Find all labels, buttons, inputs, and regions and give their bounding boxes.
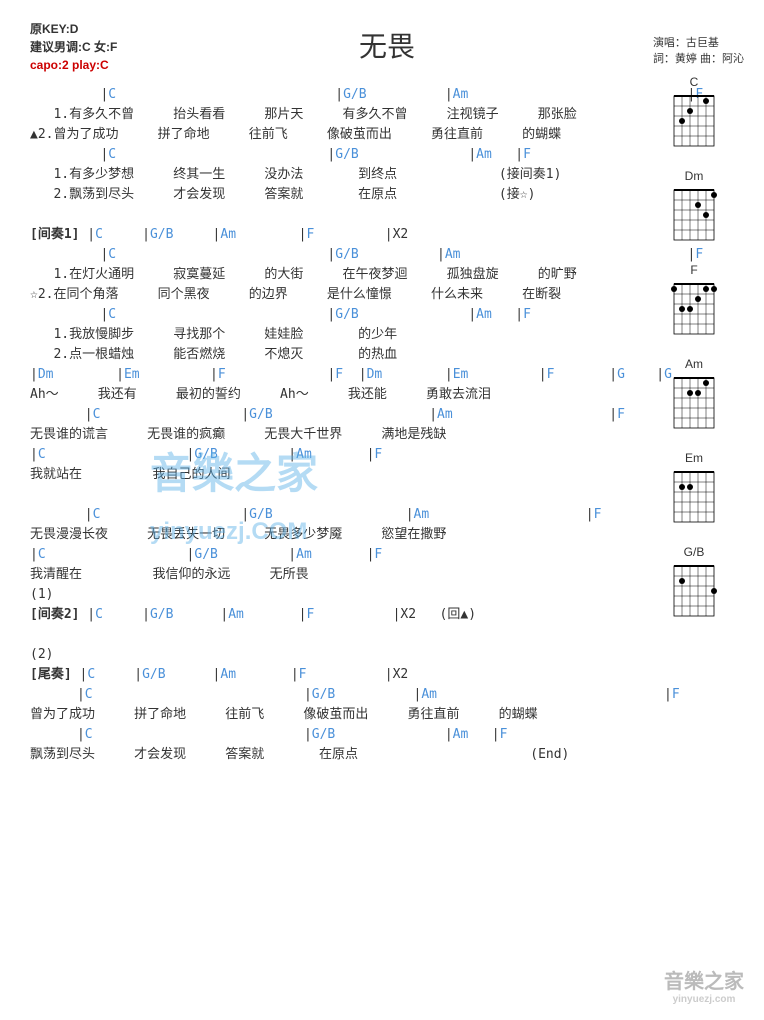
lyric-line: 1.有多少梦想 终其一生 没办法 到终点 (接间奏1) bbox=[30, 165, 620, 185]
lyric-line: |C |G/B |Am |F bbox=[30, 725, 620, 745]
chord-name: G/B bbox=[654, 545, 734, 559]
lyric-line: ☆2.在同个角落 同个黑夜 的边界 是什么憧憬 什么未来 在断裂 bbox=[30, 285, 620, 305]
lyric-line: (1) bbox=[30, 585, 620, 605]
lyric-line: |C |G/B |Am |F bbox=[30, 545, 620, 565]
lyric-line: 无畏漫漫长夜 无畏丢失一切 无畏多少梦魇 慾望在撒野 bbox=[30, 525, 620, 545]
original-key: 原KEY:D bbox=[30, 20, 117, 38]
lyric-line: |C |G/B |Am |F bbox=[30, 145, 620, 165]
chord-diagram-Dm: Dm bbox=[654, 169, 734, 248]
lyric-line: 2.飘荡到尽头 才会发现 答案就 在原点 (接☆) bbox=[30, 185, 620, 205]
song-title: 无畏 bbox=[30, 20, 744, 65]
lyric-line bbox=[30, 625, 620, 645]
chord-name: F bbox=[654, 263, 734, 277]
lyric-line bbox=[30, 205, 620, 225]
fretboard-icon bbox=[669, 373, 719, 433]
lyric-line: |C |G/B |Am |F bbox=[30, 305, 620, 325]
footer-watermark: 音樂之家 yinyuezj.com bbox=[664, 965, 744, 1005]
lyric-line: 2.点一根蜡烛 能否燃烧 不熄灭 的热血 bbox=[30, 345, 620, 365]
chord-name: Dm bbox=[654, 169, 734, 183]
lyric-line bbox=[30, 485, 620, 505]
lyric-line: [尾奏] |C |G/B |Am |F |X2 bbox=[30, 665, 620, 685]
lyric-line: 曾为了成功 拼了命地 往前飞 像破茧而出 勇往直前 的蝴蝶 bbox=[30, 705, 620, 725]
lyric-line: |C |G/B |Am |F bbox=[30, 405, 620, 425]
chord-diagram-Em: Em bbox=[654, 451, 734, 530]
header: 原KEY:D 建议男调:C 女:F capo:2 play:C 无畏 演唱：古巨… bbox=[30, 20, 744, 65]
fretboard-icon bbox=[669, 279, 719, 339]
key-suggestion: 建议男调:C 女:F bbox=[30, 38, 117, 56]
lyrics-content: |C |G/B |Am |F 1.有多久不曾 抬头看看 那片天 有多久不曾 注视… bbox=[30, 85, 620, 765]
fretboard-icon bbox=[669, 467, 719, 527]
lyric-line: 1.在灯火通明 寂寞蔓延 的大街 在午夜梦迴 孤独盘旋 的旷野 bbox=[30, 265, 620, 285]
chord-name: Em bbox=[654, 451, 734, 465]
lyric-line: (2) bbox=[30, 645, 620, 665]
lyric-line: 1.我放慢脚步 寻找那个 娃娃脸 的少年 bbox=[30, 325, 620, 345]
capo-info: capo:2 play:C bbox=[30, 56, 117, 74]
lyric-line: 1.有多久不曾 抬头看看 那片天 有多久不曾 注视镜子 那张脸 bbox=[30, 105, 620, 125]
key-info: 原KEY:D 建议男调:C 女:F capo:2 play:C bbox=[30, 20, 117, 74]
fretboard-icon bbox=[669, 561, 719, 621]
lyric-line: |Dm |Em |F |F |Dm |Em |F |G |G bbox=[30, 365, 620, 385]
lyric-line: [间奏1] |C |G/B |Am |F |X2 bbox=[30, 225, 620, 245]
fretboard-icon bbox=[669, 91, 719, 151]
chord-diagram-F: F bbox=[654, 263, 734, 342]
lyric-line: |C |G/B |Am |F bbox=[30, 245, 620, 265]
lyric-line: |C |G/B |Am |F bbox=[30, 505, 620, 525]
lyric-line: 我清醒在 我信仰的永远 无所畏 bbox=[30, 565, 620, 585]
lyric-line: 飘荡到尽头 才会发现 答案就 在原点 (End) bbox=[30, 745, 620, 765]
lyric-line: 无畏谁的谎言 无畏谁的疯癫 无畏大千世界 满地是残缺 bbox=[30, 425, 620, 445]
chord-diagram-Am: Am bbox=[654, 357, 734, 436]
song-meta: 演唱：古巨基 詞：黄婷 曲：阿沁 bbox=[653, 35, 744, 67]
lyric-line: ▲2.曾为了成功 拼了命地 往前飞 像破茧而出 勇往直前 的蝴蝶 bbox=[30, 125, 620, 145]
chord-name: Am bbox=[654, 357, 734, 371]
chord-diagram-C: C bbox=[654, 75, 734, 154]
chord-name: C bbox=[654, 75, 734, 89]
lyric-line: 我就站在 我自己的人间 bbox=[30, 465, 620, 485]
lyric-line: |C |G/B |Am |F bbox=[30, 685, 620, 705]
chord-diagram-G-B: G/B bbox=[654, 545, 734, 624]
chord-diagrams-column: C Dm F Am Em G/B bbox=[654, 75, 734, 639]
credits: 詞：黄婷 曲：阿沁 bbox=[653, 51, 744, 67]
chord-sheet: 原KEY:D 建议男调:C 女:F capo:2 play:C 无畏 演唱：古巨… bbox=[0, 0, 764, 1020]
lyric-line: |C |G/B |Am |F bbox=[30, 445, 620, 465]
fretboard-icon bbox=[669, 185, 719, 245]
singer: 演唱：古巨基 bbox=[653, 35, 744, 51]
lyric-line: Ah～ 我还有 最初的誓约 Ah～ 我还能 勇敢去流泪 bbox=[30, 385, 620, 405]
lyric-line: |C |G/B |Am |F bbox=[30, 85, 620, 105]
lyric-line: [间奏2] |C |G/B |Am |F |X2 (回▲) bbox=[30, 605, 620, 625]
